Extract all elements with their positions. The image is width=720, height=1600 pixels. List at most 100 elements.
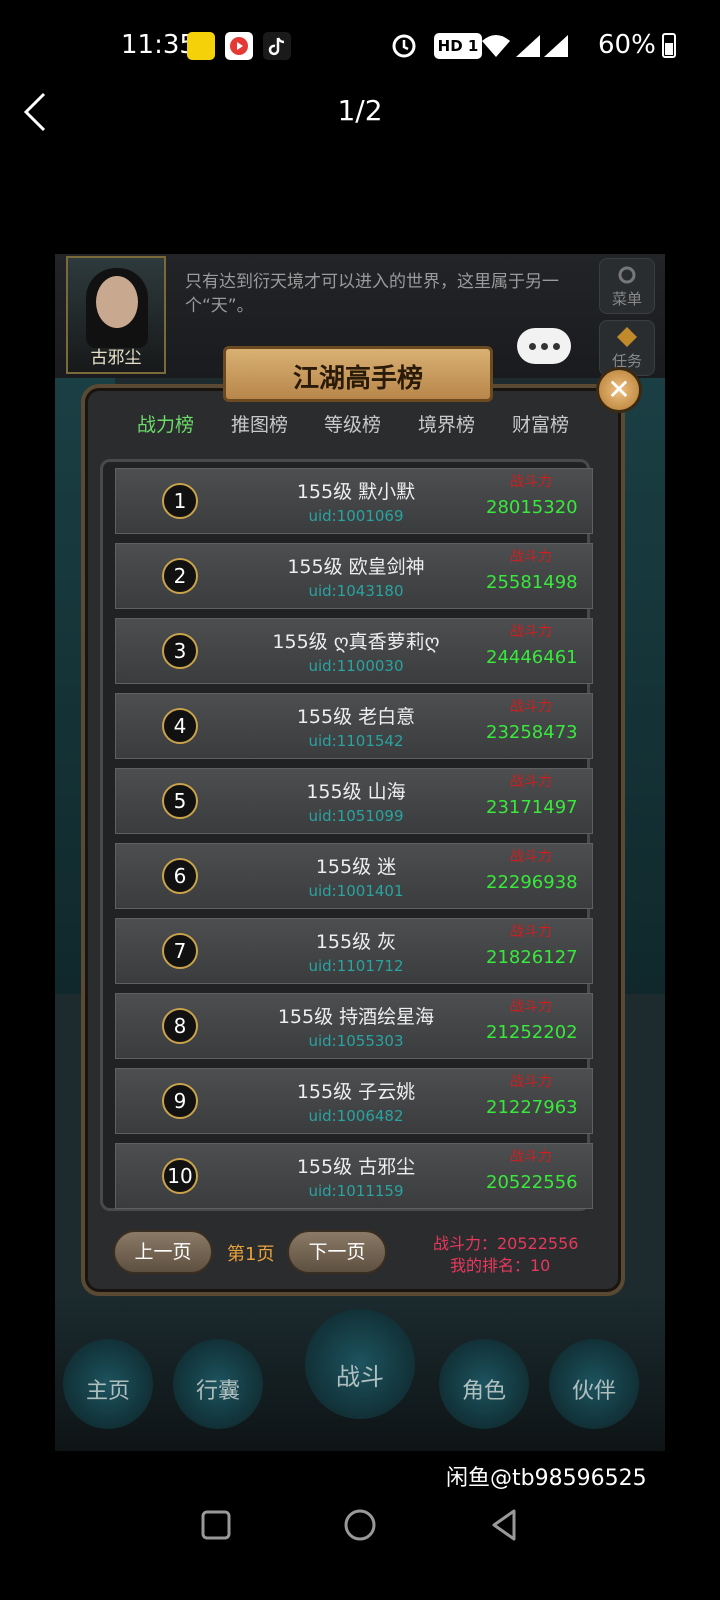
power-label: 战斗力 (510, 849, 552, 865)
current-page: 第1页 (227, 1244, 275, 1265)
game-screenshot: 古邪尘 只有达到衍天境才可以进入的世界，这里属于另一个“天”。 菜单 任务 江湖… (55, 254, 665, 1451)
app-notification-icon (187, 32, 215, 60)
player-name: 155级 持酒绘星海 (277, 1006, 435, 1028)
hd-badge: HD 1 (434, 33, 482, 59)
leaderboard-tabs: 战力榜 推图榜 等级榜 境界榜 财富榜 (113, 404, 613, 444)
rank-badge: 8 (162, 1008, 198, 1044)
leaderboard-title-banner: 江湖高手榜 (223, 346, 493, 402)
rank-badge: 7 (162, 933, 198, 969)
gear-icon (618, 266, 636, 284)
power-label: 战斗力 (510, 774, 552, 790)
rank-badge: 10 (162, 1158, 198, 1194)
player-uid: uid:1001069 (308, 507, 404, 525)
triangle-back-icon (492, 1509, 516, 1541)
leaderboard-title: 江湖高手榜 (292, 364, 423, 394)
player-name: 155级 老白意 (296, 706, 416, 728)
power-label: 战斗力 (510, 624, 552, 640)
table-row[interactable]: 5 155级 山海 uid:1051099 战斗力 23171497 (115, 768, 593, 834)
nav-battle[interactable]: 战斗 (305, 1309, 415, 1419)
nav-bag[interactable]: 行囊 (173, 1339, 263, 1429)
power-value: 22296938 (486, 872, 578, 893)
avatar[interactable]: 古邪尘 (66, 256, 166, 374)
rank-badge: 6 (162, 858, 198, 894)
player-name: 155级 迷 (315, 856, 397, 878)
nav-partner-label: 伙伴 (571, 1379, 616, 1404)
prev-page-button[interactable]: 上一页 (113, 1230, 213, 1274)
player-name: 155级 灰 (315, 931, 397, 953)
player-uid: uid:1101712 (308, 957, 404, 975)
nav-bag-label: 行囊 (195, 1379, 240, 1404)
power-label: 战斗力 (510, 1074, 552, 1090)
diamond-icon (617, 327, 637, 347)
nav-partner[interactable]: 伙伴 (549, 1339, 639, 1429)
player-name: 155级 默小默 (296, 481, 416, 503)
power-value: 23258473 (486, 722, 578, 743)
player-uid: uid:1100030 (308, 657, 404, 675)
table-row[interactable]: 9 155级 子云姚 uid:1006482 战斗力 21227963 (115, 1068, 593, 1134)
home-button[interactable] (340, 1505, 380, 1545)
tab-realm[interactable]: 境界榜 (418, 410, 475, 437)
nav-battle-label: 战斗 (336, 1363, 384, 1391)
next-page-button[interactable]: 下一页 (287, 1230, 387, 1274)
power-value: 23171497 (486, 797, 578, 818)
player-name: 155级 山海 (306, 781, 406, 803)
tab-stage[interactable]: 推图榜 (231, 410, 288, 437)
power-label: 战斗力 (510, 549, 552, 565)
table-row[interactable]: 2 155级 欧皇剑神 uid:1043180 战斗力 25581498 (115, 543, 593, 609)
page-indicator: 1/2 (337, 94, 383, 127)
power-value: 28015320 (486, 497, 578, 518)
power-label: 战斗力 (510, 1149, 552, 1165)
table-row[interactable]: 1 155级 默小默 uid:1001069 战斗力 28015320 (115, 468, 593, 534)
player-uid: uid:1055303 (308, 1032, 404, 1050)
close-icon: ✕ (607, 373, 631, 406)
rank-badge: 9 (162, 1083, 198, 1119)
power-value: 20522556 (486, 1172, 578, 1193)
table-row[interactable]: 8 155级 持酒绘星海 uid:1055303 战斗力 21252202 (115, 993, 593, 1059)
power-value: 21227963 (486, 1097, 578, 1118)
player-uid: uid:1006482 (308, 1107, 404, 1125)
chat-bubble-icon[interactable] (517, 328, 571, 364)
game-bottom-nav: 主页 行囊 战斗 角色 伙伴 (55, 1299, 665, 1451)
tab-level[interactable]: 等级榜 (324, 410, 381, 437)
table-row[interactable]: 10 155级 古邪尘 uid:1011159 战斗力 20522556 (115, 1143, 593, 1209)
leaderboard-footer: 上一页 第1页 下一页 战斗力：20522556 我的排名：10 (55, 1226, 665, 1286)
nav-home[interactable]: 主页 (63, 1339, 153, 1429)
nav-character-label: 角色 (461, 1379, 506, 1404)
recents-button[interactable] (196, 1505, 236, 1545)
nav-home-label: 主页 (85, 1379, 130, 1404)
status-time: 11:35 (121, 30, 196, 60)
circle-icon (344, 1509, 376, 1541)
square-icon (201, 1510, 231, 1540)
menu-label: 菜单 (611, 290, 642, 308)
menu-button[interactable]: 菜单 (599, 258, 655, 314)
tab-wealth[interactable]: 财富榜 (512, 410, 569, 437)
my-power: 战斗力：20522556 (433, 1234, 579, 1253)
player-uid: uid:1001401 (308, 882, 404, 900)
my-rank: 我的排名：10 (450, 1256, 551, 1275)
rank-badge: 1 (162, 483, 198, 519)
table-row[interactable]: 4 155级 老白意 uid:1101542 战斗力 23258473 (115, 693, 593, 759)
tiktok-icon (263, 32, 291, 60)
power-value: 25581498 (486, 572, 578, 593)
power-value: 24446461 (486, 647, 578, 668)
tab-power[interactable]: 战力榜 (137, 410, 194, 437)
rank-badge: 5 (162, 783, 198, 819)
player-name: 155级 ღ真香萝莉ღ (272, 631, 440, 653)
power-value: 21826127 (486, 947, 578, 968)
system-back-button[interactable] (484, 1505, 524, 1545)
nav-character[interactable]: 角色 (439, 1339, 529, 1429)
power-label: 战斗力 (510, 924, 552, 940)
portrait-name: 古邪尘 (90, 348, 142, 368)
rank-badge: 2 (162, 558, 198, 594)
power-label: 战斗力 (510, 474, 552, 490)
table-row[interactable]: 6 155级 迷 uid:1001401 战斗力 22296938 (115, 843, 593, 909)
ranking-list[interactable]: 1 155级 默小默 uid:1001069 战斗力 28015320 2 15… (100, 459, 593, 1211)
battery-icon (662, 33, 676, 58)
player-name: 155级 子云姚 (296, 1081, 416, 1103)
power-label: 战斗力 (510, 699, 552, 715)
signal-icon (482, 35, 568, 57)
video-app-icon (225, 32, 253, 60)
table-row[interactable]: 3 155级 ღ真香萝莉ღ uid:1100030 战斗力 24446461 (115, 618, 593, 684)
table-row[interactable]: 7 155级 灰 uid:1101712 战斗力 21826127 (115, 918, 593, 984)
battery-percent: 60% (598, 30, 656, 60)
